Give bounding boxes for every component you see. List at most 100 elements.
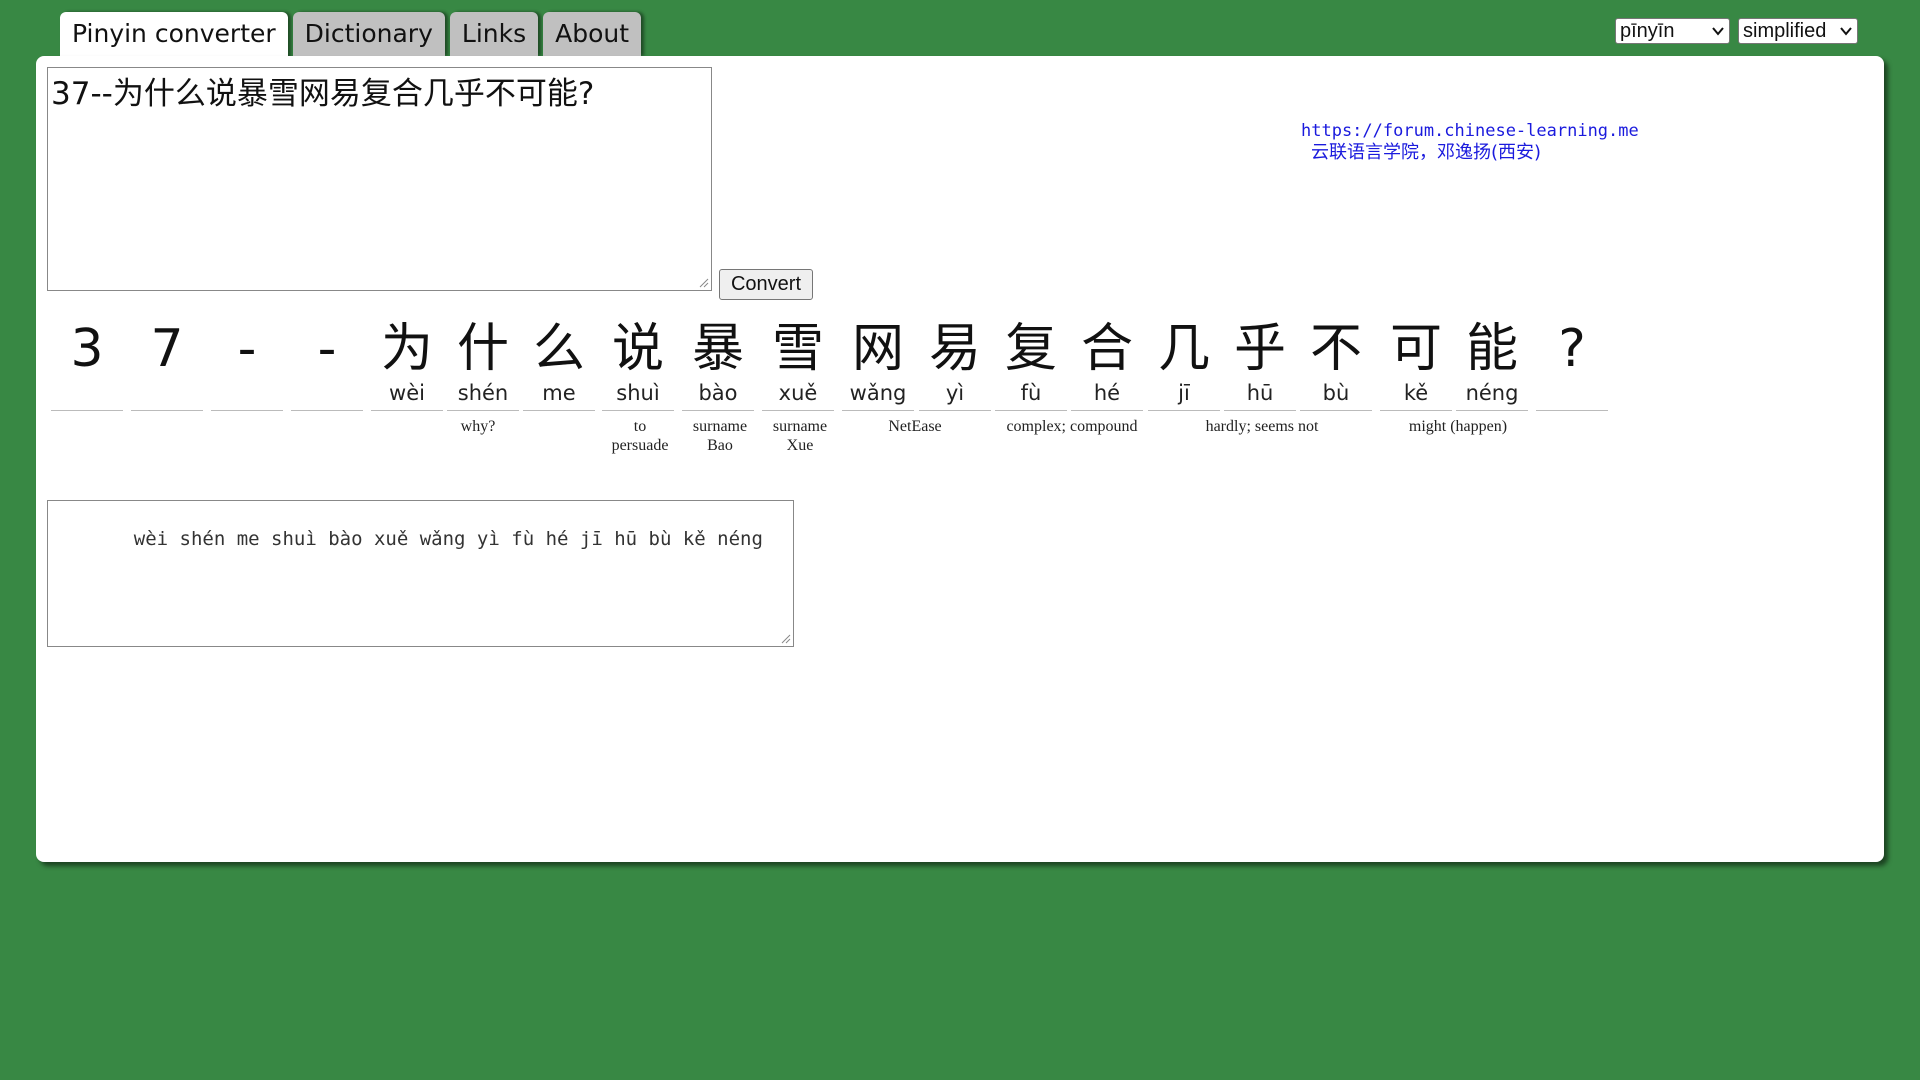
word-gloss: hardly; seems not — [1205, 418, 1319, 435]
pinyin-syllable — [291, 380, 363, 406]
char-cell: 易 yì — [919, 318, 991, 411]
cell-divider — [211, 410, 283, 411]
word-gloss: why? — [460, 418, 496, 435]
char-cell: 什 shén — [447, 318, 519, 411]
tab-links[interactable]: Links — [449, 12, 539, 56]
char-cell: 复 fù — [995, 318, 1067, 411]
cell-divider — [291, 410, 363, 411]
script-select[interactable]: simplified — [1738, 18, 1858, 44]
cell-divider — [602, 410, 674, 411]
cell-divider — [1148, 410, 1220, 411]
chinese-input-textarea[interactable]: 37--为什么说暴雪网易复合几乎不可能? — [47, 67, 712, 291]
char-cell: 雪 xuě — [762, 318, 834, 411]
script-select-value: simplified — [1743, 20, 1827, 42]
pinyin-syllable: shén — [457, 381, 509, 405]
hanzi-char[interactable]: 暴 — [682, 318, 754, 380]
hanzi-char[interactable]: 能 — [1456, 318, 1528, 380]
hanzi-char[interactable]: 合 — [1071, 318, 1143, 380]
word-gloss: surname Xue — [772, 418, 828, 454]
pinyin-syllable: néng — [1465, 381, 1519, 405]
pinyin-syllable: xuě — [778, 381, 818, 405]
hanzi-char[interactable]: 什 — [447, 318, 519, 380]
hanzi-char[interactable]: 网 — [842, 318, 914, 380]
char-cell: 乎 hū — [1224, 318, 1296, 411]
char-cell: 么 me — [523, 318, 595, 411]
pinyin-syllable — [1536, 380, 1608, 406]
pinyin-syllable: kě — [1403, 381, 1429, 405]
pinyin-syllable: wǎng — [849, 381, 907, 405]
pinyin-syllable: me — [542, 381, 576, 405]
options-bar: pīnyīn simplified — [1615, 18, 1858, 44]
hanzi-char[interactable]: 可 — [1380, 318, 1452, 380]
char-cell: 能 néng — [1456, 318, 1528, 411]
word-gloss: complex; compound — [1006, 418, 1138, 435]
cell-divider — [51, 410, 123, 411]
pinyin-syllable: fù — [1020, 381, 1042, 405]
cell-divider — [1456, 410, 1528, 411]
hanzi-char[interactable]: 7 — [131, 318, 203, 380]
cell-divider — [447, 410, 519, 411]
char-cell: 为 wèi — [371, 318, 443, 411]
pinyin-syllable: bào — [698, 381, 738, 405]
char-cell: 3 — [51, 318, 123, 411]
cell-divider — [995, 410, 1067, 411]
char-cell: 几 jī — [1148, 318, 1220, 411]
cell-divider — [762, 410, 834, 411]
hanzi-char[interactable]: 为 — [371, 318, 443, 380]
char-cell: 暴 bào — [682, 318, 754, 411]
hanzi-char[interactable]: 3 — [51, 318, 123, 380]
resize-grip-icon[interactable] — [699, 278, 709, 288]
cell-divider — [1536, 410, 1608, 411]
hanzi-char[interactable]: 不 — [1300, 318, 1372, 380]
tab-pinyin-converter[interactable]: Pinyin converter — [60, 12, 288, 58]
pinyin-syllable — [131, 380, 203, 406]
hanzi-char[interactable]: ? — [1536, 318, 1608, 380]
cell-divider — [523, 410, 595, 411]
cell-divider — [1300, 410, 1372, 411]
char-cell: ? — [1536, 318, 1608, 411]
romanization-select[interactable]: pīnyīn — [1615, 18, 1730, 44]
pinyin-output-text: wèi shén me shuì bào xuě wǎng yì fù hé j… — [133, 528, 763, 550]
resize-grip-icon[interactable] — [781, 634, 791, 644]
char-cell: 网 wǎng — [842, 318, 914, 411]
forum-link[interactable]: https://forum.chinese-learning.me — [1301, 120, 1701, 142]
char-cell: - — [291, 318, 363, 411]
hanzi-char[interactable]: 复 — [995, 318, 1067, 380]
char-cell: 可 kě — [1380, 318, 1452, 411]
hanzi-char[interactable]: - — [211, 318, 283, 380]
pinyin-syllable: hū — [1246, 381, 1274, 405]
pinyin-syllable — [211, 380, 283, 406]
tab-about[interactable]: About — [543, 12, 642, 56]
word-gloss: NetEase — [888, 418, 942, 435]
hanzi-char[interactable]: 几 — [1148, 318, 1220, 380]
pinyin-output-textarea[interactable]: wèi shén me shuì bào xuě wǎng yì fù hé j… — [47, 500, 794, 647]
word-gloss: might (happen) — [1408, 418, 1508, 435]
cell-divider — [1071, 410, 1143, 411]
word-gloss: to persuade — [611, 418, 669, 454]
convert-button[interactable]: Convert — [719, 269, 813, 300]
chevron-down-icon — [1840, 27, 1852, 36]
hanzi-char[interactable]: - — [291, 318, 363, 380]
cell-divider — [919, 410, 991, 411]
pinyin-syllable: bù — [1322, 381, 1350, 405]
hanzi-char[interactable]: 说 — [602, 318, 674, 380]
pinyin-syllable: jī — [1178, 381, 1190, 405]
pinyin-syllable — [51, 380, 123, 406]
cell-divider — [682, 410, 754, 411]
word-gloss: surname Bao — [692, 418, 748, 454]
pinyin-syllable: shuì — [616, 381, 660, 405]
romanization-select-value: pīnyīn — [1620, 20, 1675, 42]
cell-divider — [1380, 410, 1452, 411]
hanzi-char[interactable]: 乎 — [1224, 318, 1296, 380]
cell-divider — [1224, 410, 1296, 411]
hanzi-char[interactable]: 么 — [523, 318, 595, 380]
char-cell: 合 hé — [1071, 318, 1143, 411]
main-panel: 37--为什么说暴雪网易复合几乎不可能? Convert https://for… — [36, 56, 1884, 862]
tab-dictionary[interactable]: Dictionary — [292, 12, 445, 56]
hanzi-char[interactable]: 易 — [919, 318, 991, 380]
hanzi-char[interactable]: 雪 — [762, 318, 834, 380]
tab-bar: Pinyin converter Dictionary Links About — [60, 12, 642, 58]
cell-divider — [842, 410, 914, 411]
char-cell: 说 shuì — [602, 318, 674, 411]
char-cell: - — [211, 318, 283, 411]
